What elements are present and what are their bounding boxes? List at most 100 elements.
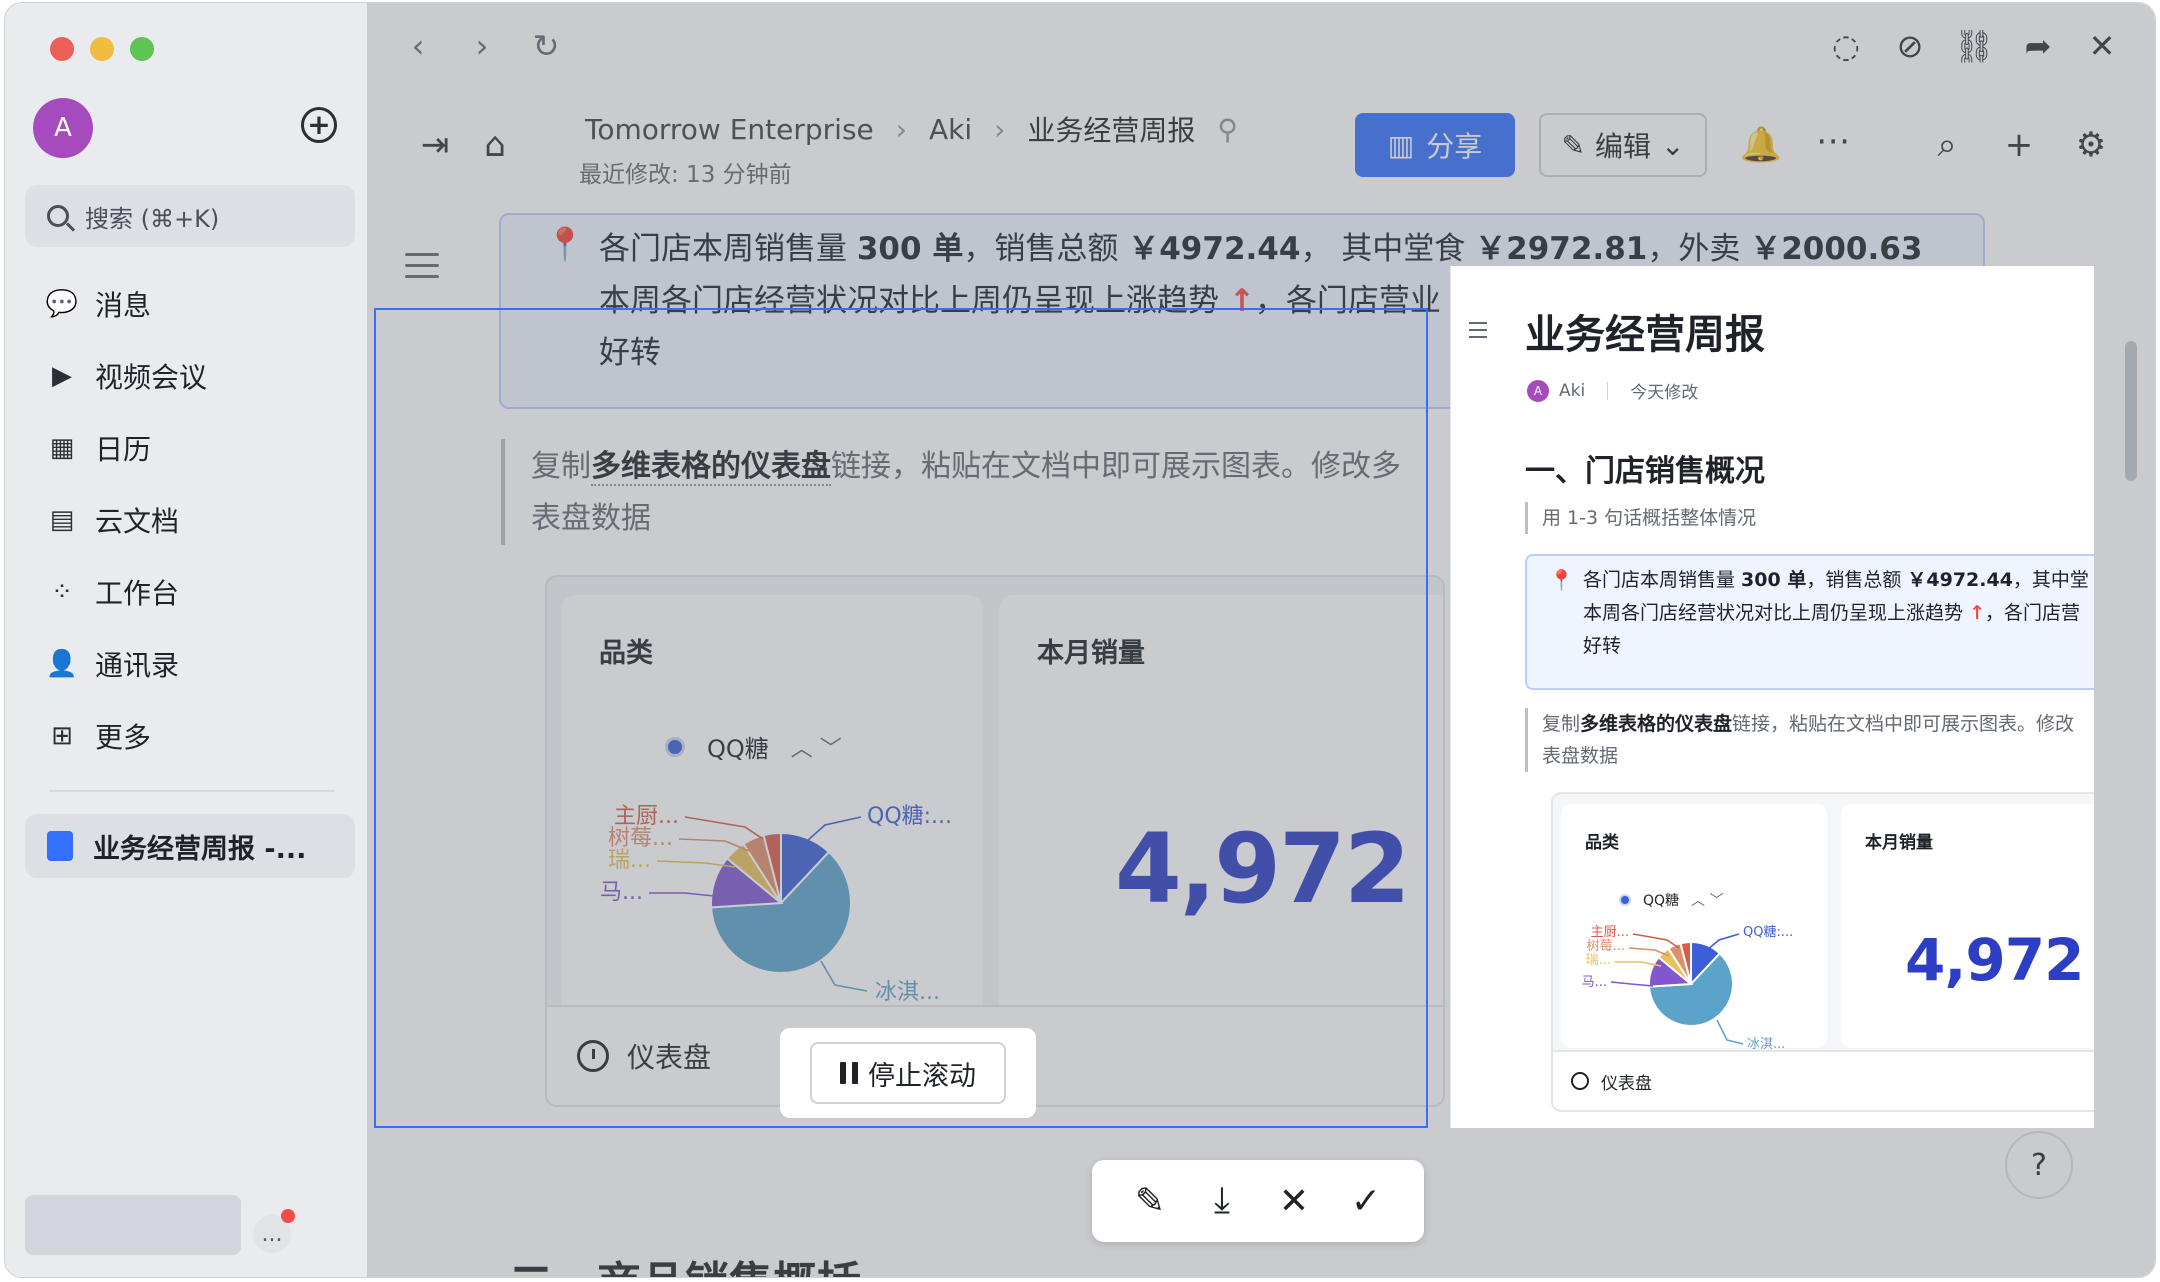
more-icon[interactable]: ⋯ bbox=[1813, 121, 1853, 161]
sidebar-item-label: 工作台 bbox=[95, 577, 180, 610]
next-heading: 二、商品销售概括 bbox=[509, 1247, 861, 1277]
preview-callout-total: ￥4972.44 bbox=[1907, 569, 2013, 591]
breadcrumb-workspace[interactable]: Tomorrow Enterprise bbox=[585, 113, 874, 146]
notification-dot bbox=[281, 1209, 295, 1223]
sidebar-item-label: 通讯录 bbox=[95, 649, 180, 682]
sidebar-item-label: 日历 bbox=[95, 433, 152, 466]
stop-scroll-wrapper: 停止滚动 bbox=[780, 1028, 1036, 1118]
preview-sales-title: 本月销量 bbox=[1865, 833, 1933, 853]
confirm-capture-icon[interactable]: ✓ bbox=[1344, 1179, 1388, 1223]
zoom-window-button[interactable] bbox=[130, 37, 154, 61]
pie-leader-line bbox=[1716, 1019, 1744, 1045]
sidebar-item-label: 消息 bbox=[95, 289, 152, 322]
stop-scroll-button[interactable]: 停止滚动 bbox=[810, 1042, 1006, 1104]
sidebar-item-video[interactable]: ▶ 视频会议 bbox=[25, 347, 355, 405]
preview-heading: 一、门店销售概况 bbox=[1525, 454, 1765, 489]
video-icon: ▶ bbox=[52, 361, 72, 391]
breadcrumb: Tomorrow Enterprise › Aki › 业务经营周报 ⚲ bbox=[585, 109, 1238, 149]
callout-text-part: ，销售总额 bbox=[963, 231, 1129, 267]
comment-icon[interactable]: ◌ bbox=[1829, 27, 1863, 65]
pie-label: 马... bbox=[1582, 975, 1607, 990]
sidebar-item-contacts[interactable]: 👤 通讯录 bbox=[25, 635, 355, 693]
share-button[interactable]: ▥ 分享 bbox=[1355, 113, 1515, 177]
compass-icon[interactable]: ⊘ bbox=[1893, 27, 1927, 65]
preview-quote-bold: 多维表格的仪表盘 bbox=[1580, 713, 1733, 735]
gear-icon[interactable]: ⚙ bbox=[2071, 125, 2111, 165]
capture-region bbox=[381, 313, 1431, 1129]
sidebar-item-label: 云文档 bbox=[95, 505, 180, 538]
home-icon[interactable]: ⌂ bbox=[475, 125, 515, 165]
sidebar-item-workspace[interactable]: ⁘ 工作台 bbox=[25, 563, 355, 621]
download-icon[interactable]: ⤓ bbox=[1200, 1179, 1244, 1223]
toc-icon[interactable] bbox=[405, 253, 439, 286]
preview-quote-prefix: 复制 bbox=[1542, 713, 1581, 735]
search-input[interactable]: 搜索 (⌘+K) bbox=[25, 185, 355, 247]
outline-toggle-icon[interactable]: ⇥ bbox=[415, 125, 455, 165]
doc-icon bbox=[47, 831, 73, 861]
pie-label: 瑞... bbox=[1586, 953, 1611, 968]
preview-category-title: 品类 bbox=[1585, 833, 1619, 853]
contacts-icon: 👤 bbox=[45, 649, 79, 679]
bell-icon[interactable]: 🔔 bbox=[1740, 125, 1782, 165]
preview-modified: 今天修改 bbox=[1630, 383, 1699, 403]
preview-toc-icon bbox=[1469, 322, 1487, 343]
preview-title: 业务经营周报 bbox=[1525, 312, 1765, 358]
preview-dashboard-icon bbox=[1571, 1072, 1589, 1090]
cancel-capture-icon[interactable]: ✕ bbox=[1272, 1179, 1316, 1223]
preview-callout-part: 各门店本周销售量 bbox=[1583, 569, 1742, 591]
avatar[interactable]: A bbox=[33, 98, 93, 158]
forward-share-icon[interactable]: ➦ bbox=[2021, 27, 2055, 65]
sidebar-item-docs[interactable]: ▤ 云文档 bbox=[25, 491, 355, 549]
sidebar-item-calendar[interactable]: ▦ 日历 bbox=[25, 419, 355, 477]
preview-callout-part: ，其中堂 bbox=[2012, 569, 2089, 591]
profile-bar[interactable] bbox=[25, 1195, 241, 1255]
close-icon[interactable]: ✕ bbox=[2085, 27, 2119, 65]
close-window-button[interactable] bbox=[50, 37, 74, 61]
sidebar-item-messages[interactable]: 💬 消息 bbox=[25, 275, 355, 333]
preview-legend-label: QQ糖 bbox=[1643, 893, 1680, 909]
callout-text-part: 各门店本周销售量 bbox=[599, 231, 857, 267]
scroll-capture-preview: 业务经营周报 A Aki 今天修改 一、门店销售概况 用 1-3 句话概括整体情… bbox=[1450, 266, 2094, 1128]
refresh-icon[interactable]: ↻ bbox=[529, 27, 563, 65]
breadcrumb-doc[interactable]: 业务经营周报 bbox=[1027, 109, 1195, 149]
preview-pie-chart: QQ糖:...冰淇...主厨...树莓...瑞...马... bbox=[1582, 924, 1794, 1052]
preview-dashboard-footer: 仪表盘 bbox=[1553, 1050, 2094, 1110]
search-placeholder: 搜索 (⌘+K) bbox=[85, 204, 220, 233]
pin-icon[interactable]: ⚲ bbox=[1217, 113, 1238, 146]
preview-quote-line2: 表盘数据 bbox=[1542, 745, 1619, 767]
sidebar-item-label: 视频会议 bbox=[95, 361, 208, 394]
sidebar-item-more[interactable]: ⊞ 更多 bbox=[25, 707, 355, 765]
breadcrumb-folder[interactable]: Aki bbox=[929, 113, 972, 146]
preview-callout-part: ，销售总额 bbox=[1806, 569, 1908, 591]
back-icon[interactable]: ‹ bbox=[401, 27, 435, 65]
minimize-window-button[interactable] bbox=[90, 37, 114, 61]
edit-button[interactable]: ✎ 编辑 ⌄ bbox=[1539, 113, 1707, 177]
preview-callout-line2: 本周各门店经营状况对比上周仍呈现上涨趋势 bbox=[1583, 602, 1964, 624]
link-icon[interactable]: ⛓ bbox=[1954, 27, 1995, 65]
last-modified: 最近修改: 13 分钟前 bbox=[579, 162, 792, 188]
add-circle-icon[interactable]: + bbox=[301, 107, 337, 143]
sidebar-open-doc[interactable]: 业务经营周报 -... bbox=[25, 814, 355, 878]
pause-icon bbox=[840, 1062, 858, 1084]
preview-legend: QQ糖 ︿ ﹀ bbox=[1619, 890, 1724, 910]
help-label: ? bbox=[2031, 1147, 2047, 1183]
search-icon[interactable]: ⌕ bbox=[1927, 125, 1967, 165]
scrollbar[interactable] bbox=[2125, 341, 2137, 481]
preview-callout-line2-tail: ，各门店营 bbox=[1984, 602, 2080, 624]
chevron-right-icon: › bbox=[994, 112, 1006, 146]
preview-legend-dot bbox=[1619, 894, 1631, 906]
preview-dashboard: 品类 QQ糖 ︿ ﹀ QQ糖:... 冰淇... 主厨... 树莓... 瑞... 马..… bbox=[1551, 792, 2094, 1112]
forward-icon[interactable]: › bbox=[465, 27, 499, 65]
preview-callout-text: 各门店本周销售量 300 单，销售总额 ￥4972.44，其中堂 本周各门店经营… bbox=[1583, 564, 2094, 663]
more-menu-button[interactable]: ... bbox=[253, 1209, 295, 1253]
sidebar: A + 搜索 (⌘+K) 💬 消息 ▶ 视频会议 ▦ 日历 ▤ 云文档 ⁘ 工作… bbox=[5, 3, 367, 1277]
callout-dine-in: ￥2972.81 bbox=[1475, 231, 1648, 267]
help-button[interactable]: ? bbox=[2005, 1131, 2073, 1199]
preview-up-arrow-icon: ↑ bbox=[1969, 602, 1985, 624]
edit-label: 编辑 bbox=[1594, 130, 1651, 163]
annotate-pencil-icon[interactable]: ✎ bbox=[1128, 1179, 1172, 1223]
preview-footer-label: 仪表盘 bbox=[1601, 1073, 1652, 1094]
capture-toolbar: ✎ ⤓ ✕ ✓ bbox=[1092, 1160, 1424, 1242]
preview-avatar: A bbox=[1527, 379, 1549, 402]
plus-icon[interactable]: + bbox=[1999, 125, 2039, 165]
